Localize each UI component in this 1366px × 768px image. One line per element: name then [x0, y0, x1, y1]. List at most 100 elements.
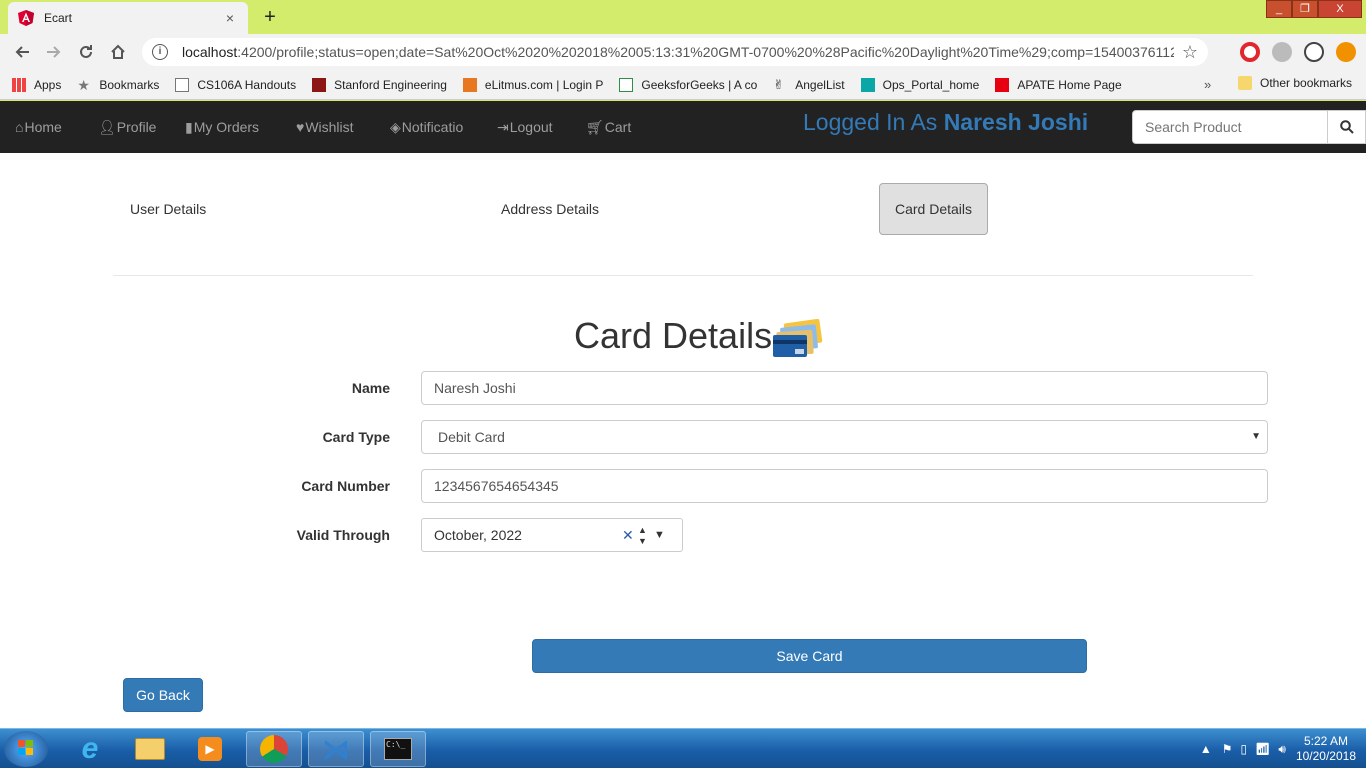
network-icon[interactable]: 📶︎: [1255, 742, 1270, 756]
card-type-select[interactable]: Debit Card ▼: [421, 420, 1268, 454]
sharepoint-icon: [860, 77, 875, 92]
tab-card-details[interactable]: Card Details: [879, 183, 989, 235]
bookmark-cs106a[interactable]: CS106A Handouts: [175, 77, 296, 92]
minimize-button[interactable]: _: [1266, 0, 1292, 18]
apate-icon: [995, 77, 1010, 92]
bookmark-apps[interactable]: Apps: [12, 77, 61, 92]
windows-logo-icon: [18, 740, 33, 755]
nav-my-orders[interactable]: ▮My Orders: [185, 101, 259, 153]
heart-icon: ♥: [296, 119, 305, 135]
folder-icon: [135, 738, 165, 760]
close-window-button[interactable]: X: [1318, 0, 1362, 18]
card-type-label: Card Type: [322, 429, 390, 445]
nav-cart[interactable]: 🛒︎Cart: [586, 101, 631, 153]
taskbar-ie[interactable]: e: [62, 731, 118, 767]
vscode-icon: ⋊: [322, 733, 350, 765]
search-input[interactable]: [1132, 110, 1328, 144]
valid-through-month-input[interactable]: October, 2022 ✕ ▲ ▼ ▼: [421, 518, 683, 552]
forward-arrow-icon[interactable]: [38, 36, 70, 68]
nav-wishlist[interactable]: ♥Wishlist: [296, 101, 354, 153]
media-player-icon: ▶: [198, 737, 222, 761]
tab-user-details[interactable]: User Details: [115, 183, 221, 235]
extensions-area: [1240, 42, 1356, 62]
start-button[interactable]: [4, 731, 48, 767]
bookmarks-bar: Apps ★ Bookmarks CS106A Handouts Stanford…: [0, 70, 1366, 100]
home-icon: ⌂: [15, 119, 24, 135]
spin-button-icon[interactable]: ▲ ▼: [638, 525, 647, 547]
show-hidden-icons-icon[interactable]: ▲: [1200, 742, 1212, 756]
window-controls: _ ❐ X: [1266, 0, 1362, 18]
bookmark-elitmus[interactable]: eLitmus.com | Login P: [462, 77, 603, 92]
bookmark-geeksforgeeks[interactable]: GeeksforGeeks | A co: [619, 77, 757, 92]
tab-title: Ecart: [44, 11, 73, 25]
logged-in-user: Naresh Joshi: [943, 109, 1089, 135]
chrome-menu-alert-icon[interactable]: [1336, 42, 1356, 62]
clear-icon[interactable]: ✕: [622, 519, 634, 551]
taskbar-media-player[interactable]: ▶: [182, 731, 238, 767]
nav-logout[interactable]: ⇥Logout: [497, 101, 553, 153]
logout-icon: ⇥: [497, 119, 509, 135]
nav-notifications[interactable]: ◈Notificatio: [390, 101, 463, 153]
home-icon[interactable]: [102, 36, 134, 68]
clock-time: 5:22 AM: [1303, 734, 1348, 748]
system-tray: ▲ ⚑ ▯ 📶︎ 🔊︎ 5:22 AM 10/20/2018: [1200, 729, 1356, 768]
profile-content: User Details Address Details Card Detail…: [0, 153, 1366, 728]
power-icon[interactable]: ▯: [1241, 742, 1248, 756]
search-button[interactable]: [1327, 110, 1366, 144]
page-icon: [175, 77, 190, 92]
valid-through-label: Valid Through: [296, 527, 390, 543]
taskbar-explorer[interactable]: [122, 731, 178, 767]
angular-icon: [18, 10, 34, 26]
address-bar[interactable]: i localhost:4200/profile;status=open;dat…: [142, 38, 1208, 66]
taskbar-cmd[interactable]: C:\_: [370, 731, 426, 767]
bookmark-angellist[interactable]: ✌ AngelList: [773, 76, 844, 92]
internet-explorer-icon: e: [81, 732, 99, 765]
apps-grid-icon: [12, 77, 26, 92]
stanford-icon: [312, 77, 327, 92]
bookmarks-more-icon[interactable]: »: [1204, 77, 1211, 92]
angellist-icon: ✌: [773, 76, 785, 92]
card-number-input[interactable]: 1234567654654345: [421, 469, 1268, 503]
action-center-icon[interactable]: ⚑: [1222, 742, 1233, 756]
bookmark-ops-portal[interactable]: Ops_Portal_home: [860, 77, 979, 92]
folder-icon: [1238, 76, 1252, 90]
new-tab-button[interactable]: +: [258, 5, 282, 29]
bookmark-apate[interactable]: APATE Home Page: [995, 77, 1122, 92]
tab-address-details[interactable]: Address Details: [486, 183, 614, 235]
clock[interactable]: 5:22 AM 10/20/2018: [1296, 734, 1356, 764]
page-title: Card Details: [574, 315, 773, 356]
back-arrow-icon[interactable]: [6, 36, 38, 68]
tags-icon: ◈: [390, 119, 401, 135]
nav-home[interactable]: ⌂Home: [15, 101, 62, 153]
user-icon: 👤︎: [98, 119, 116, 135]
nav-profile[interactable]: 👤︎Profile: [98, 101, 156, 153]
soccer-extension-icon[interactable]: [1304, 42, 1324, 62]
clock-date: 10/20/2018: [1295, 749, 1356, 763]
maximize-button[interactable]: ❐: [1292, 0, 1318, 18]
bookmark-bookmarks[interactable]: ★ Bookmarks: [77, 78, 159, 92]
tab-close-icon[interactable]: ×: [222, 10, 238, 26]
volume-icon[interactable]: 🔊︎: [1278, 742, 1286, 757]
site-info-icon[interactable]: i: [152, 44, 168, 60]
browser-toolbar: i localhost:4200/profile;status=open;dat…: [0, 34, 1366, 70]
go-back-button[interactable]: Go Back: [123, 678, 203, 712]
extension-icon[interactable]: [1272, 42, 1292, 62]
windows-taskbar: e ▶ ⋊ C:\_ ▲ ⚑ ▯ 📶︎ 🔊︎ 5:22 AM 10/20/201…: [0, 728, 1366, 768]
chevron-down-icon: ▼: [1251, 431, 1261, 442]
name-label: Name: [351, 380, 390, 396]
book-icon: ▮: [185, 119, 193, 135]
browser-tab[interactable]: Ecart ×: [8, 2, 248, 34]
calendar-dropdown-icon[interactable]: ▼: [654, 519, 665, 551]
reload-icon[interactable]: [70, 36, 102, 68]
taskbar-chrome[interactable]: [246, 731, 302, 767]
bookmark-star-icon[interactable]: ☆: [1182, 42, 1198, 63]
taskbar-vscode[interactable]: ⋊: [308, 731, 364, 767]
opera-extension-icon[interactable]: [1240, 42, 1260, 62]
bookmark-other[interactable]: Other bookmarks: [1238, 76, 1352, 90]
name-input[interactable]: Naresh Joshi: [421, 371, 1268, 405]
url-text: localhost:4200/profile;status=open;date=…: [182, 44, 1174, 60]
gfg-icon: [619, 77, 634, 92]
command-prompt-icon: C:\_: [384, 738, 412, 760]
bookmark-stanford[interactable]: Stanford Engineering: [312, 77, 447, 92]
save-card-button[interactable]: Save Card: [532, 639, 1087, 673]
